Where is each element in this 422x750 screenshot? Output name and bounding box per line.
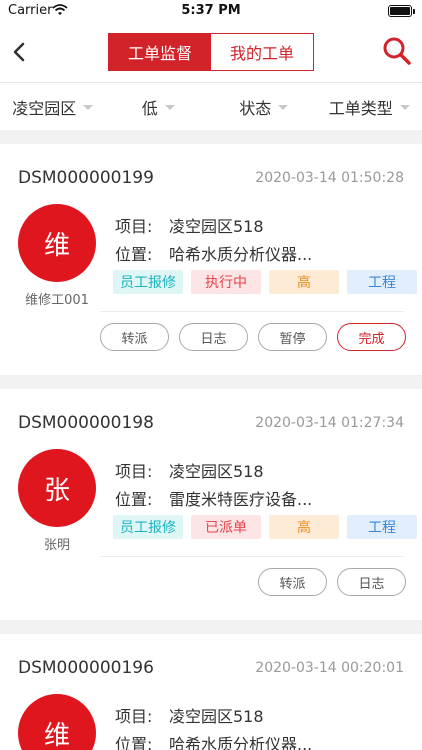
order-time: 2020-03-14 01:50:28: [255, 170, 404, 186]
pause-button[interactable]: 暂停: [258, 323, 327, 351]
transfer-button[interactable]: 转派: [100, 323, 169, 351]
location-label: 位置:: [115, 735, 153, 750]
tag-list: 员工报修 已派单 高 工程: [113, 515, 417, 539]
battery-icon: [388, 5, 415, 17]
log-button[interactable]: 日志: [337, 568, 406, 596]
filter-label: 工单类型: [328, 98, 393, 118]
location-value: 哈希水质分析仪器...: [169, 245, 313, 264]
project-label: 项目:: [115, 707, 153, 726]
segmented-control: 工单监督 我的工单: [108, 33, 314, 71]
filter-order-type[interactable]: 工单类型: [317, 83, 422, 130]
location-row: 位置: 雷度米特医疗设备...: [115, 486, 312, 510]
project-row: 项目: 凌空园区518: [115, 458, 264, 482]
location-value: 哈希水质分析仪器...: [169, 735, 313, 750]
project-value: 凌空园区518: [169, 707, 264, 726]
complete-button[interactable]: 完成: [337, 323, 406, 351]
tag-list: 员工报修 执行中 高 工程: [113, 270, 417, 294]
location-label: 位置:: [115, 490, 153, 509]
work-order-card[interactable]: DSM000000196 2020-03-14 00:20:01 维 项目: 凌空…: [0, 634, 422, 750]
filter-label: 状态: [239, 98, 272, 118]
project-value: 凌空园区518: [169, 217, 264, 236]
log-button[interactable]: 日志: [179, 323, 248, 351]
filter-status[interactable]: 状态: [211, 83, 317, 130]
work-order-card[interactable]: DSM000000198 2020-03-14 01:27:34 张 张明 项目…: [0, 389, 422, 620]
search-icon[interactable]: [382, 36, 412, 66]
action-bar: 转派 日志: [258, 568, 406, 596]
project-row: 项目: 凌空园区518: [115, 703, 264, 727]
status-bar: Carrier 5:37 PM: [0, 0, 422, 24]
project-label: 项目:: [115, 462, 153, 481]
location-value: 雷度米特医疗设备...: [169, 490, 313, 509]
back-chevron-icon[interactable]: [6, 36, 32, 68]
work-order-card[interactable]: DSM000000199 2020-03-14 01:50:28 维 维修工00…: [0, 144, 422, 375]
transfer-button[interactable]: 转派: [258, 568, 327, 596]
location-label: 位置:: [115, 245, 153, 264]
project-value: 凌空园区518: [169, 462, 264, 481]
type-tag: 工程: [347, 515, 417, 539]
filter-priority[interactable]: 低: [106, 83, 212, 130]
order-time: 2020-03-14 01:27:34: [255, 415, 404, 431]
clock: 5:37 PM: [181, 3, 241, 18]
order-number: DSM000000196: [18, 658, 154, 678]
divider: [100, 311, 404, 312]
assignee-name: 维修工001: [25, 293, 89, 308]
status-tag: 执行中: [191, 270, 261, 294]
action-bar: 转派 日志 暂停 完成: [100, 323, 406, 351]
priority-tag: 高: [269, 270, 339, 294]
caret-down-icon: [278, 105, 289, 110]
project-row: 项目: 凌空园区518: [115, 213, 264, 237]
caret-down-icon: [83, 105, 94, 110]
divider: [100, 556, 404, 557]
avatar: 维: [18, 694, 96, 750]
order-time: 2020-03-14 00:20:01: [255, 660, 404, 676]
tab-my-orders[interactable]: 我的工单: [211, 34, 313, 70]
type-tag: 工程: [347, 270, 417, 294]
avatar: 张: [18, 449, 96, 527]
source-tag: 员工报修: [113, 270, 183, 294]
filter-bar: 凌空园区 低 状态 工单类型: [0, 82, 422, 130]
project-label: 项目:: [115, 217, 153, 236]
location-row: 位置: 哈希水质分析仪器...: [115, 731, 312, 750]
priority-tag: 高: [269, 515, 339, 539]
filter-label: 低: [141, 98, 158, 118]
filter-label: 凌空园区: [12, 98, 77, 118]
assignee-name: 张明: [43, 538, 70, 553]
order-number: DSM000000199: [18, 168, 154, 188]
filter-park[interactable]: 凌空园区: [0, 83, 106, 130]
caret-down-icon: [399, 105, 410, 110]
tab-order-supervision[interactable]: 工单监督: [109, 34, 211, 70]
avatar: 维: [18, 204, 96, 282]
caret-down-icon: [164, 105, 175, 110]
nav-bar: 工单监督 我的工单: [0, 24, 422, 82]
location-row: 位置: 哈希水质分析仪器...: [115, 241, 312, 265]
status-tag: 已派单: [191, 515, 261, 539]
source-tag: 员工报修: [113, 515, 183, 539]
order-number: DSM000000198: [18, 413, 154, 433]
